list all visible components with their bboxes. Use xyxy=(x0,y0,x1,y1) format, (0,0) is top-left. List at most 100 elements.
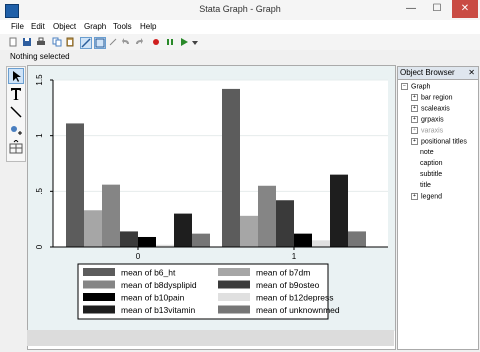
tree-item-subtitle[interactable]: subtitle xyxy=(411,171,442,178)
copy-icon[interactable] xyxy=(52,37,62,47)
y-tick-label: .5 xyxy=(35,187,44,194)
marker-tool-icon[interactable] xyxy=(8,122,24,138)
legend-label: mean of b9osteo xyxy=(256,280,320,290)
bar-0-4 xyxy=(138,236,156,247)
tree-item-bar-region[interactable]: + bar region xyxy=(411,94,453,101)
tree-item-grpaxis[interactable]: + grpaxis xyxy=(411,116,444,123)
text-tool-icon[interactable] xyxy=(8,86,24,102)
bar-0-2 xyxy=(102,184,120,247)
tree-item-label: bar region xyxy=(421,94,453,102)
object-browser-title: Object Browser xyxy=(400,68,455,77)
bar-1-6 xyxy=(330,174,348,247)
record-icon[interactable] xyxy=(151,37,161,47)
legend-swatch xyxy=(83,268,115,276)
expand-icon[interactable]: + xyxy=(411,94,418,101)
minimize-button[interactable]: — xyxy=(398,0,424,18)
play-icon[interactable] xyxy=(179,37,189,47)
legend-label: mean of b13vitamin xyxy=(121,305,195,315)
legend-label: mean of b7dm xyxy=(256,268,310,278)
bar-1-0 xyxy=(222,88,240,247)
graph-editor-icon[interactable] xyxy=(80,37,92,49)
expand-icon[interactable]: + xyxy=(411,127,418,134)
legend-label: mean of b8dysplipid xyxy=(121,280,197,290)
object-browser-close-button[interactable]: ✕ xyxy=(468,67,475,79)
menu-graph[interactable]: Graph xyxy=(84,22,106,31)
pause-icon[interactable] xyxy=(165,37,175,47)
bar-0-0 xyxy=(66,123,84,247)
new-icon[interactable] xyxy=(8,37,18,47)
play-dropdown-icon[interactable] xyxy=(190,37,200,47)
collapse-icon[interactable]: − xyxy=(401,83,408,90)
legend-swatch xyxy=(218,293,250,301)
legend-label: mean of unknownmed xyxy=(256,305,340,315)
legend-swatch xyxy=(83,293,115,301)
pointer-tool-icon[interactable] xyxy=(8,68,24,84)
expand-icon[interactable]: + xyxy=(411,105,418,112)
tree-item-positional-titles[interactable]: + positional titles xyxy=(411,138,467,145)
tree-item-caption[interactable]: caption xyxy=(411,160,443,167)
y-tick-label: 1 xyxy=(35,133,44,138)
legend-swatch xyxy=(83,280,115,289)
legend-swatch xyxy=(83,305,115,314)
tree-item-scaleaxis[interactable]: + scaleaxis xyxy=(411,105,450,112)
paste-icon[interactable] xyxy=(65,37,75,47)
bar-1-5 xyxy=(312,240,330,247)
legend-label: mean of b12depress xyxy=(256,293,334,303)
undo-icon[interactable] xyxy=(121,37,131,47)
bar-0-6 xyxy=(174,213,192,247)
menu-file[interactable]: File xyxy=(11,22,24,31)
toolbar xyxy=(0,34,480,51)
tree-item-label: grpaxis xyxy=(421,116,444,124)
y-tick-label: 1.5 xyxy=(35,74,44,86)
rename-icon[interactable] xyxy=(108,37,118,47)
tree-item-label: Graph xyxy=(411,83,431,91)
print-icon[interactable] xyxy=(36,37,46,47)
y-tick-label: 0 xyxy=(35,244,44,249)
tree-item-label: positional titles xyxy=(421,138,467,146)
legend-swatch xyxy=(218,280,250,289)
menu-bar: File Edit Object Graph Tools Help xyxy=(0,20,480,34)
object-browser-header: Object Browser ✕ xyxy=(398,67,478,80)
redo-icon[interactable] xyxy=(134,37,144,47)
menu-edit[interactable]: Edit xyxy=(31,22,45,31)
bar-1-7 xyxy=(348,231,366,247)
tree-item-legend[interactable]: + legend xyxy=(411,193,442,200)
expand-icon[interactable]: + xyxy=(411,193,418,200)
status-bar: Nothing selected xyxy=(0,50,480,63)
bar-1-1 xyxy=(240,215,258,247)
object-browser: Object Browser ✕ − Graph + bar region + scale… xyxy=(397,66,479,350)
tree-root-graph[interactable]: − Graph xyxy=(401,83,430,90)
graph-canvas[interactable]: 0 .5 1 1.5 0 1 mean of b6_ht mean of b7dm mean o… xyxy=(27,65,396,350)
menu-tools[interactable]: Tools xyxy=(113,22,132,31)
horizontal-scrollbar[interactable] xyxy=(27,330,394,346)
tree-item-label: title xyxy=(420,182,431,189)
tree-item-note[interactable]: note xyxy=(411,149,434,156)
bar-0-3 xyxy=(120,231,138,247)
object-tools-palette xyxy=(6,66,26,162)
bar-1-2 xyxy=(258,185,276,247)
expand-icon[interactable]: + xyxy=(411,138,418,145)
grid-edit-tool-icon[interactable] xyxy=(8,139,24,156)
tree-item-title[interactable]: title xyxy=(411,182,431,189)
tree-item-label: scaleaxis xyxy=(421,105,450,113)
bar-0-1 xyxy=(84,210,102,247)
x-tick-label: 1 xyxy=(292,252,297,261)
tree-item-varaxis[interactable]: + varaxis xyxy=(411,127,443,134)
expand-icon[interactable]: + xyxy=(411,116,418,123)
bar-chart: 0 .5 1 1.5 0 1 mean of b6_ht mean of b7dm mean o… xyxy=(28,66,395,331)
tree-item-label: note xyxy=(420,149,434,156)
legend-swatch xyxy=(218,268,250,276)
save-icon[interactable] xyxy=(22,37,32,47)
maximize-button[interactable]: ☐ xyxy=(424,0,450,18)
menu-help[interactable]: Help xyxy=(140,22,156,31)
menu-object[interactable]: Object xyxy=(53,22,76,31)
tree-item-label: subtitle xyxy=(420,171,443,178)
tree-item-label: caption xyxy=(420,160,443,167)
tree-item-label: legend xyxy=(421,193,443,201)
graph-recorder-icon[interactable] xyxy=(94,37,106,49)
close-button[interactable]: ✕ xyxy=(452,0,478,18)
title-bar: Stata Graph - Graph — ☐ ✕ xyxy=(0,0,480,21)
status-text: Nothing selected xyxy=(10,52,70,61)
line-tool-icon[interactable] xyxy=(8,104,24,120)
bar-1-3 xyxy=(276,200,294,247)
